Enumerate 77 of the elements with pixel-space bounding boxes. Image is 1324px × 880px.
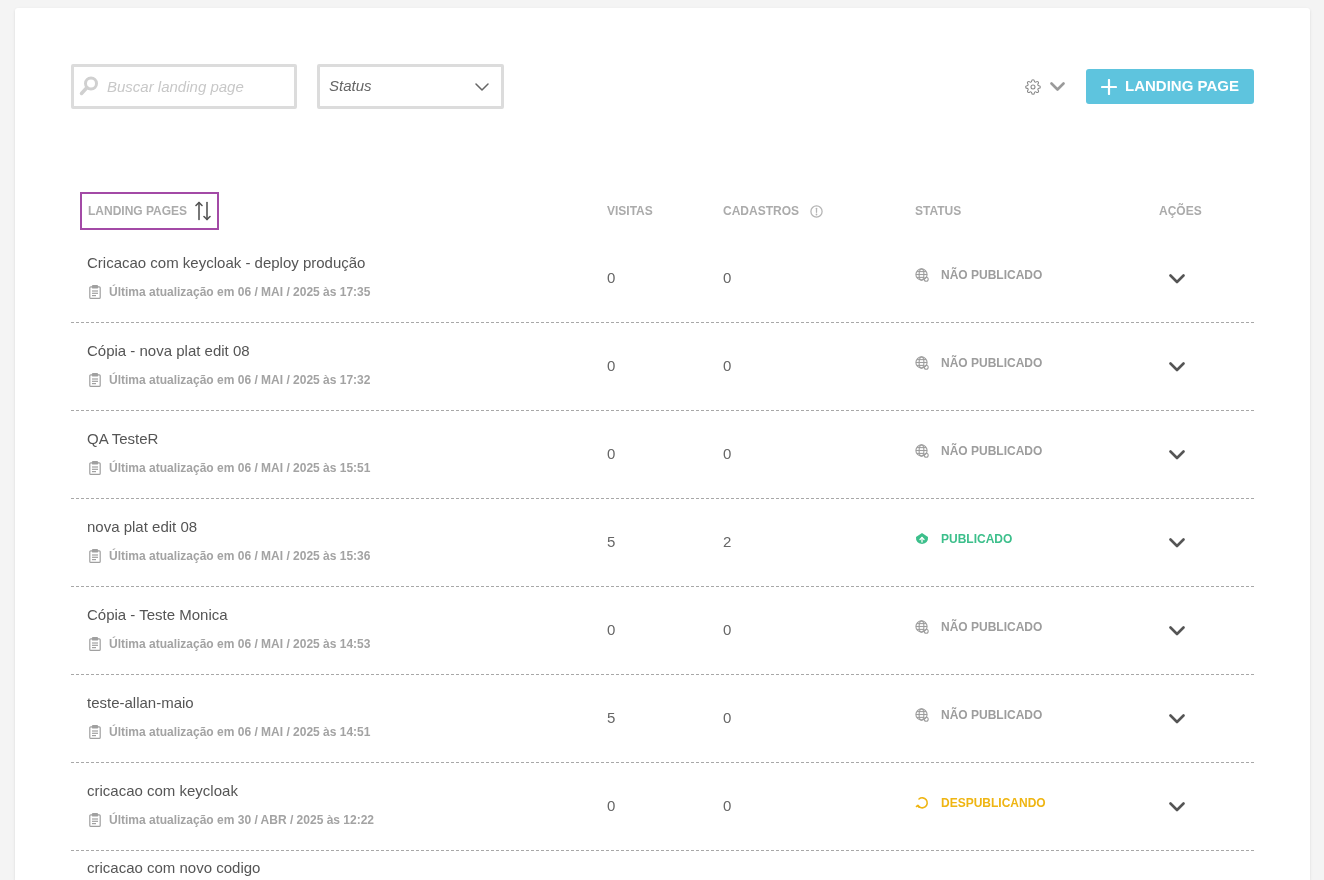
- settings-dropdown-button[interactable]: [1025, 78, 1065, 95]
- chevron-down-icon: [1050, 82, 1065, 91]
- chevron-down-icon: [1169, 449, 1185, 460]
- column-header: STATUS: [914, 203, 963, 220]
- status-label: NÃO PUBLICADO: [941, 706, 1043, 724]
- chevron-down-icon: [1169, 713, 1185, 724]
- search-icon: [79, 76, 99, 96]
- landing-page-name[interactable]: nova plat edit 08: [87, 517, 198, 537]
- signups-count: 0: [723, 356, 732, 377]
- last-updated-text: Última atualização em 06 / MAI / 2025 às 17:32: [109, 372, 371, 388]
- sort-icon: [195, 201, 212, 221]
- status-label: PUBLICADO: [941, 530, 1013, 548]
- landing-page-name[interactable]: QA TesteR: [87, 429, 159, 449]
- chevron-down-icon: [1169, 625, 1185, 636]
- landing-page-name[interactable]: cricacao com novo codigo: [87, 858, 261, 878]
- chevron-down-icon: [1169, 361, 1185, 372]
- last-updated-text: Última atualização em 30 / ABR / 2025 às 12:22: [109, 812, 375, 828]
- signups-count: 2: [723, 532, 732, 553]
- visits-count: 5: [607, 708, 616, 729]
- globe-icon: [915, 619, 929, 634]
- signups-count: 0: [723, 268, 732, 289]
- clipboard-icon: [89, 461, 101, 475]
- status-label: NÃO PUBLICADO: [941, 266, 1043, 284]
- globe-icon: [915, 443, 929, 458]
- visits-count: 0: [607, 796, 616, 817]
- refresh-icon: [915, 795, 929, 810]
- visits-count: 0: [607, 620, 616, 641]
- status-label: NÃO PUBLICADO: [941, 618, 1043, 636]
- actions-dropdown-button[interactable]: [1169, 361, 1185, 372]
- last-updated-text: Última atualização em 06 / MAI / 2025 às 17:35: [109, 284, 371, 300]
- actions-dropdown-button[interactable]: [1169, 449, 1185, 460]
- column-header: AÇÕES: [1158, 202, 1203, 220]
- column-header: VISITAS: [606, 203, 654, 220]
- globe-icon: [915, 267, 929, 282]
- cloud-upload-icon: [915, 532, 929, 545]
- actions-dropdown-button[interactable]: [1169, 713, 1185, 724]
- globe-icon: [915, 707, 929, 722]
- landing-page-name[interactable]: teste-allan-maio: [87, 693, 194, 713]
- last-updated-text: Última atualização em 06 / MAI / 2025 às 15:36: [109, 548, 371, 564]
- chevron-down-icon: [1169, 537, 1185, 548]
- chevron-down-icon: [1169, 273, 1185, 284]
- chevron-down-icon: [475, 82, 489, 91]
- gear-icon: [1025, 78, 1041, 95]
- chevron-down-icon: [1169, 801, 1185, 812]
- signups-count: 0: [723, 444, 732, 465]
- landing-page-name[interactable]: Cricacao com keycloak - deploy produção: [87, 253, 366, 273]
- actions-dropdown-button[interactable]: [1169, 537, 1185, 548]
- actions-dropdown-button[interactable]: [1169, 625, 1185, 636]
- signups-count: 0: [723, 796, 732, 817]
- status-label: NÃO PUBLICADO: [941, 442, 1043, 460]
- last-updated-text: Última atualização em 06 / MAI / 2025 às 14:53: [109, 636, 371, 652]
- column-header: CADASTROS: [722, 203, 800, 220]
- actions-dropdown-button[interactable]: [1169, 801, 1185, 812]
- last-updated-text: Última atualização em 06 / MAI / 2025 às 15:51: [109, 460, 371, 476]
- status-label: NÃO PUBLICADO: [941, 354, 1043, 372]
- clipboard-icon: [89, 637, 101, 651]
- clipboard-icon: [89, 373, 101, 387]
- globe-icon: [915, 355, 929, 370]
- info-icon: [810, 204, 823, 218]
- plus-icon: [1101, 78, 1118, 95]
- landing-page-name[interactable]: cricacao com keycloak: [87, 781, 238, 801]
- last-updated-text: Última atualização em 06 / MAI / 2025 às 14:51: [109, 724, 371, 740]
- visits-count: 0: [607, 356, 616, 377]
- visits-count: 0: [607, 444, 616, 465]
- clipboard-icon: [89, 813, 101, 827]
- visits-count: 5: [607, 532, 616, 553]
- signups-count: 0: [723, 708, 732, 729]
- status-label: DESPUBLICANDO: [941, 794, 1046, 812]
- clipboard-icon: [89, 285, 101, 299]
- clipboard-icon: [89, 549, 101, 563]
- signups-count: 0: [723, 620, 732, 641]
- landing-page-name[interactable]: Cópia - nova plat edit 08: [87, 341, 250, 361]
- landing-page-name[interactable]: Cópia - Teste Monica: [87, 605, 228, 625]
- visits-count: 0: [607, 268, 616, 289]
- clipboard-icon: [89, 725, 101, 739]
- actions-dropdown-button[interactable]: [1169, 273, 1185, 284]
- status-select[interactable]: Status: [317, 64, 504, 109]
